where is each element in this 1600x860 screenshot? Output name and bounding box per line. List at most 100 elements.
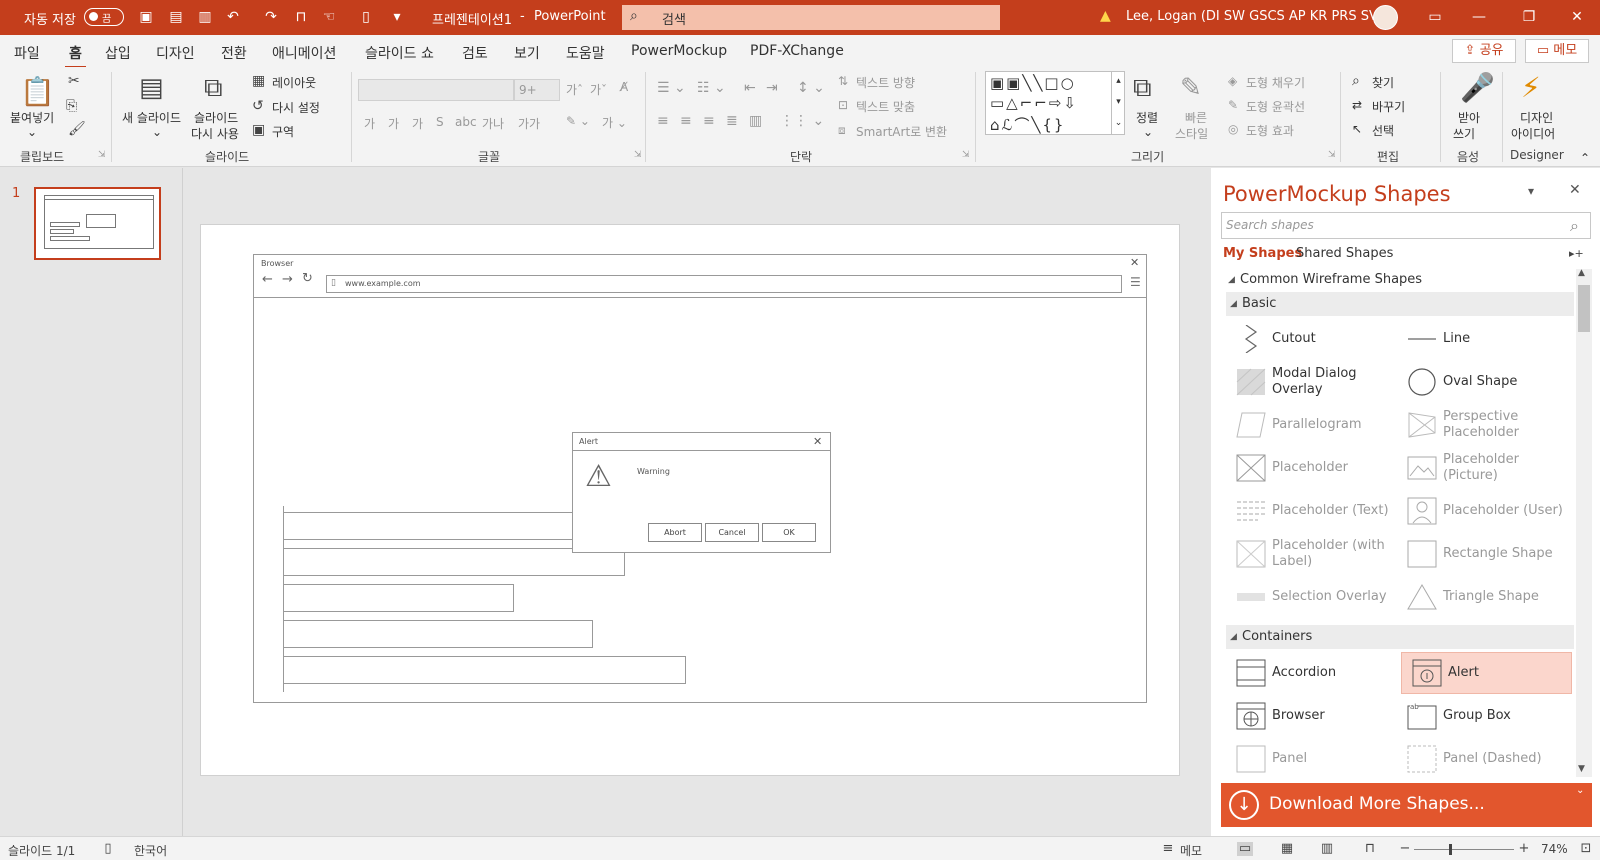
shape-parallelogram[interactable]: Parallelogram [1226,405,1396,445]
zoom-level[interactable]: 74% [1541,842,1568,856]
comments-button[interactable]: ▭ 메모 [1525,39,1589,63]
smartart-icon[interactable]: ⧈ [838,123,846,138]
shape-placeholder-user[interactable]: Placeholder (User) [1397,491,1567,531]
shape-line[interactable]: Line [1397,319,1567,359]
align-text-icon[interactable]: ⊡ [838,98,848,112]
italic-icon[interactable]: 가 [388,115,399,132]
shape-browser[interactable]: Browser [1226,696,1396,736]
shape-placeholder-text[interactable]: Placeholder (Text) [1226,491,1396,531]
tab-insert[interactable]: 삽입 [105,43,131,63]
ok-button[interactable]: OK [762,523,816,542]
dictate-label-2[interactable]: 쓰기 [1453,125,1475,142]
font-name-combo[interactable] [358,79,514,101]
start-from-beginning-icon[interactable]: ▤ [167,8,185,26]
shape-modal-dialog-overlay[interactable]: Modal Dialog Overlay [1226,362,1396,402]
bullets-icon[interactable]: ☰ ⌄ [657,80,686,96]
shape-selection-overlay[interactable]: Selection Overlay [1226,577,1396,617]
columns-icon[interactable]: ▥ [749,113,762,129]
arrange-icon[interactable]: ⧉ [1133,73,1152,104]
fit-to-window-icon[interactable]: ⊡ [1578,842,1594,856]
slideshow-view-icon[interactable]: ⊓ [1362,842,1378,856]
align-left-icon[interactable]: ≡ [657,113,669,129]
designer-label[interactable]: 디자인 [1520,109,1553,126]
shapes-search-input[interactable]: Search shapes ⌕ [1221,212,1591,239]
pane-scrollbar[interactable] [1576,269,1592,777]
shape-group-box[interactable]: ab Group Box [1397,696,1567,736]
cut-icon[interactable]: ✂ [68,73,80,89]
find-label[interactable]: 찾기 [1372,74,1394,91]
tab-slideshow[interactable]: 슬라이드 쇼 [365,43,434,63]
reuse-slides-label-2[interactable]: 다시 사용 [191,125,239,142]
shape-placeholder[interactable]: Placeholder [1226,448,1396,488]
shape-cutout[interactable]: Cutout [1226,319,1396,359]
text-direction-label[interactable]: 텍스트 방향 [856,74,915,91]
tab-view[interactable]: 보기 [514,43,540,63]
tab-home[interactable]: 홈 [65,43,86,69]
customize-toolbar-icon[interactable]: ▾ [388,8,406,26]
spelling-check-icon[interactable]: ▯ [100,842,116,856]
align-center-icon[interactable]: ≡ [680,113,692,129]
avatar[interactable] [1373,5,1398,30]
shape-perspective-placeholder[interactable]: Perspective Placeholder [1397,405,1567,445]
shadow-icon[interactable]: S [436,115,444,129]
text-direction-icon[interactable]: ⇅ [838,74,848,88]
select-icon[interactable]: ↖ [1352,122,1362,136]
more-tabs-icon[interactable]: ▸+ [1569,247,1584,260]
clear-formatting-icon[interactable]: A̸ [620,80,628,94]
strikethrough-icon[interactable]: abc [455,115,477,129]
designer-icon[interactable]: ⚡ [1521,71,1541,104]
expand-chevron-icon[interactable]: ⌄ [1576,785,1584,796]
layout-icon[interactable]: ▦ [252,73,265,89]
search-icon[interactable]: ⌕ [1570,216,1579,236]
quick-styles-label-2[interactable]: 스타일 [1175,125,1208,142]
find-icon[interactable]: ⌕ [1352,73,1360,89]
grow-font-icon[interactable]: 가ˆ [566,81,583,98]
new-slide-icon[interactable]: ▤ [139,73,164,103]
section-basic[interactable]: ◢ Basic [1226,292,1574,316]
shape-outline-icon[interactable]: ✎ [1228,98,1238,112]
tab-animations[interactable]: 애니메이션 [272,43,336,63]
paste-dropdown-icon[interactable]: ⌄ [27,125,37,139]
tab-powermockup[interactable]: PowerMockup [631,43,727,59]
pane-options-icon[interactable]: ▾ [1528,184,1534,198]
font-launcher-icon[interactable]: ⇲ [634,150,642,160]
zoom-in-icon[interactable]: + [1516,842,1532,856]
font-color-icon[interactable]: 가 ⌄ [602,114,627,131]
reuse-slides-icon[interactable]: ⧉ [204,73,223,104]
highlight-icon[interactable]: ✎ ⌄ [566,114,590,128]
quick-styles-icon[interactable]: ✎ [1180,73,1202,103]
align-right-icon[interactable]: ≡ [703,113,715,129]
notes-label[interactable]: 메모 [1180,842,1202,859]
bold-icon[interactable]: 가 [364,115,375,132]
warning-icon[interactable]: ▲ [1100,8,1111,24]
shape-placeholder-with-label[interactable]: Placeholder (with Label) [1226,534,1396,574]
ribbon-display-options-icon[interactable]: ▭ [1425,8,1445,26]
reading-view-icon[interactable]: ▥ [1319,842,1335,856]
tab-transitions[interactable]: 전환 [221,43,247,63]
reuse-slides-label[interactable]: 슬라이드 [194,109,238,126]
section-icon[interactable]: ▣ [252,122,265,138]
save-icon[interactable]: ▣ [137,8,155,26]
close-window-icon[interactable]: ✕ [1567,8,1587,26]
reset-label[interactable]: 다시 설정 [272,99,320,116]
paste-label[interactable]: 붙여넣기 [10,109,54,126]
section-label[interactable]: 구역 [272,123,294,140]
share-button[interactable]: ⇪ 공유 [1452,39,1516,63]
section-containers[interactable]: ◢ Containers [1226,625,1574,649]
shape-accordion[interactable]: Accordion [1226,653,1396,693]
paragraph-launcher-icon[interactable]: ⇲ [962,150,970,160]
shape-oval[interactable]: Oval Shape [1397,362,1567,402]
abort-button[interactable]: Abort [648,523,702,542]
tab-design[interactable]: 디자인 [156,43,195,63]
shapes-row-3[interactable]: ⌂ℒ⌒╲{} [990,114,1065,135]
zoom-out-icon[interactable]: − [1397,842,1413,856]
zoom-slider[interactable] [1414,849,1514,850]
distribute-icon[interactable]: ⋮⋮ ⌄ [780,113,824,129]
smartart-label[interactable]: SmartArt로 변환 [856,123,947,140]
copy-icon[interactable]: ⎘ [66,98,77,114]
collapse-ribbon-icon[interactable]: ⌃ [1580,151,1590,165]
numbering-icon[interactable]: ☷ ⌄ [697,80,726,96]
cancel-button[interactable]: Cancel [705,523,759,542]
shape-effects-icon[interactable]: ◎ [1228,122,1238,136]
paste-icon[interactable]: 📋 [20,75,55,108]
